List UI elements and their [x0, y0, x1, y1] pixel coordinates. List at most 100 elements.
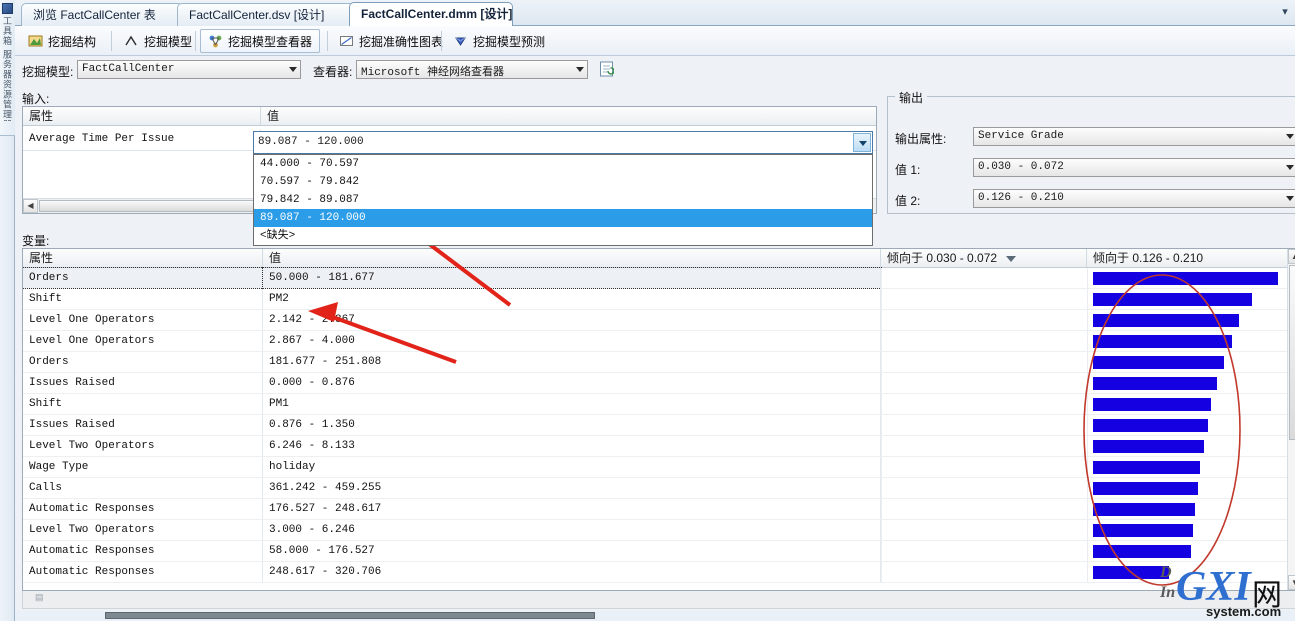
input-value-combobox[interactable]: 89.087 - 120.000: [253, 131, 873, 154]
column-divider: [881, 499, 882, 520]
toolbox-strip[interactable]: 工具箱 服务器资源管理器: [0, 0, 15, 136]
dropdown-option[interactable]: <缺失>: [254, 227, 872, 245]
column-divider: [1087, 331, 1088, 352]
output-attribute-combobox[interactable]: Service Grade: [973, 127, 1295, 146]
column-divider: [1087, 394, 1088, 415]
table-row[interactable]: Shift PM1: [23, 394, 1295, 415]
table-row[interactable]: Level One Operators 2.867 - 4.000: [23, 331, 1295, 352]
table-row[interactable]: Issues Raised 0.000 - 0.876: [23, 373, 1295, 394]
table-row[interactable]: Wage Type holiday: [23, 457, 1295, 478]
toolbox-icon: [2, 3, 13, 14]
mining-model-viewer-icon: [208, 34, 223, 48]
toolbar-separator: [111, 31, 112, 51]
left-docked-toolbox[interactable]: 工具箱 服务器资源管理器: [0, 0, 15, 621]
vscroll-thumb[interactable]: [1289, 265, 1295, 440]
table-row[interactable]: Level Two Operators 6.246 - 8.133: [23, 436, 1295, 457]
chevron-down-icon: [1286, 134, 1294, 139]
input-column-value[interactable]: 值: [261, 107, 876, 125]
column-divider: [1087, 520, 1088, 541]
document-hscrollbar[interactable]: [15, 611, 1295, 621]
value2-combobox[interactable]: 0.126 - 0.210: [973, 189, 1295, 208]
table-row[interactable]: Automatic Responses 248.617 - 320.706: [23, 562, 1295, 583]
dropdown-option[interactable]: 79.842 - 89.087: [254, 191, 872, 209]
viewer-combobox[interactable]: Microsoft 神经网络查看器: [356, 60, 588, 79]
scroll-down-icon[interactable]: ▼: [1288, 575, 1295, 590]
variables-row-value: 176.527 - 248.617: [263, 499, 881, 519]
mining-model-combobox[interactable]: FactCallCenter: [77, 60, 301, 79]
propensity-bar-value2: [1093, 272, 1278, 285]
variables-row-value: 0.876 - 1.350: [263, 415, 881, 435]
table-row[interactable]: Automatic Responses 176.527 - 248.617: [23, 499, 1295, 520]
table-row[interactable]: Level Two Operators 3.000 - 6.246: [23, 520, 1295, 541]
tab-factcallcenter-dsv[interactable]: FactCallCenter.dsv [设计]: [177, 3, 354, 26]
view-tab-model-prediction[interactable]: 挖掘模型预测: [446, 29, 552, 53]
chevron-down-icon: [289, 67, 297, 72]
document-tab-strip: 浏览 FactCallCenter 表 FactCallCenter.dsv […: [15, 0, 1295, 26]
propensity-bar-value2: [1093, 293, 1252, 306]
view-tab-mining-model-viewer[interactable]: 挖掘模型查看器: [200, 29, 321, 53]
input-grid-header: 属性 值: [23, 107, 876, 126]
dropdown-option-selected[interactable]: 89.087 - 120.000: [254, 209, 872, 227]
variables-rows-container: Orders 50.000 - 181.677 Shift PM2 Level One …: [23, 267, 1295, 583]
view-tab-mining-structure[interactable]: 挖掘结构: [21, 29, 103, 53]
sort-descending-icon[interactable]: [1006, 255, 1017, 262]
column-divider: [1087, 415, 1088, 436]
variables-column-attribute[interactable]: 属性: [23, 249, 263, 267]
value1-value: 0.030 - 0.072: [978, 161, 1064, 173]
scroll-left-icon[interactable]: ◀: [23, 199, 38, 213]
column-divider: [881, 394, 882, 415]
toolbox-label: 工具箱 服务器资源管理器: [2, 16, 12, 121]
table-row[interactable]: Calls 361.242 - 459.255: [23, 478, 1295, 499]
document-hscroll-thumb[interactable]: [105, 612, 595, 619]
value1-label: 值 1:: [895, 163, 921, 177]
variables-row-attribute: Automatic Responses: [23, 541, 263, 561]
viewer-label: 查看器:: [313, 65, 353, 79]
variables-grid[interactable]: 属性 值 倾向于 0.030 - 0.072 倾向于 0.126 - 0.210…: [22, 248, 1295, 591]
variables-row-attribute: Shift: [23, 289, 263, 309]
variables-column-favors-2[interactable]: 倾向于 0.126 - 0.210: [1087, 249, 1289, 267]
tab-browse-factcallcenter-table[interactable]: 浏览 FactCallCenter 表: [21, 3, 183, 26]
tab-factcallcenter-dmm[interactable]: FactCallCenter.dmm [设计]: [349, 2, 513, 26]
chevron-down-icon: [1286, 196, 1294, 201]
dropdown-option[interactable]: 44.000 - 70.597: [254, 155, 872, 173]
table-row[interactable]: Issues Raised 0.876 - 1.350: [23, 415, 1295, 436]
variables-grid-header: 属性 值 倾向于 0.030 - 0.072 倾向于 0.126 - 0.210: [23, 249, 1295, 268]
output-section-label: 输出: [895, 89, 928, 106]
table-row[interactable]: Orders 50.000 - 181.677: [23, 267, 1295, 289]
variables-row-value: 58.000 - 176.527: [263, 541, 881, 561]
view-tab-mining-model[interactable]: 挖掘模型: [117, 29, 199, 53]
combobox-dropdown-button[interactable]: [853, 133, 871, 152]
mining-structure-icon: [28, 34, 43, 48]
variables-column-favors-1[interactable]: 倾向于 0.030 - 0.072: [881, 249, 1087, 267]
column-divider: [881, 457, 882, 478]
toolbar-separator: [327, 31, 328, 51]
application-window: 工具箱 服务器资源管理器 浏览 FactCallCenter 表 FactCal…: [0, 0, 1295, 621]
table-row[interactable]: Level One Operators 2.142 - 2.867: [23, 310, 1295, 331]
variables-row-value: 181.677 - 251.808: [263, 352, 881, 372]
refresh-viewer-icon[interactable]: [599, 61, 615, 80]
input-column-attribute[interactable]: 属性: [23, 107, 261, 125]
propensity-bar-value2: [1093, 482, 1198, 495]
scroll-up-icon[interactable]: ▲: [1288, 249, 1295, 264]
propensity-bar-value2: [1093, 524, 1193, 537]
table-row[interactable]: Orders 181.677 - 251.808: [23, 352, 1295, 373]
variables-column-favors-1-label: 倾向于 0.030 - 0.072: [887, 251, 998, 265]
output-attribute-label: 输出属性:: [895, 132, 947, 146]
mining-view-toolbar: 挖掘结构 挖掘模型 挖掘模型查看器 挖掘准确性图表 挖掘模型预测: [15, 26, 1295, 56]
dropdown-option[interactable]: 70.597 - 79.842: [254, 173, 872, 191]
view-tab-accuracy-chart[interactable]: 挖掘准确性图表: [332, 29, 450, 53]
variables-grid-footer: ▤: [22, 591, 1295, 609]
column-divider: [881, 541, 882, 562]
grid-resize-handle[interactable]: ▤: [35, 593, 44, 603]
table-row[interactable]: Automatic Responses 58.000 - 176.527: [23, 541, 1295, 562]
variables-column-value[interactable]: 值: [263, 249, 881, 267]
value1-combobox[interactable]: 0.030 - 0.072: [973, 158, 1295, 177]
variables-grid-vscrollbar[interactable]: ▲ ▼: [1287, 249, 1295, 590]
view-tab-label: 挖掘准确性图表: [359, 34, 444, 49]
variables-row-value: 361.242 - 459.255: [263, 478, 881, 498]
view-tab-label: 挖掘模型查看器: [228, 34, 313, 49]
view-tab-label: 挖掘模型预测: [473, 34, 546, 49]
input-value-dropdown-list[interactable]: 44.000 - 70.597 70.597 - 79.842 79.842 -…: [253, 154, 873, 246]
table-row[interactable]: Shift PM2: [23, 289, 1295, 310]
chevron-down-icon[interactable]: ▾: [1277, 4, 1293, 20]
